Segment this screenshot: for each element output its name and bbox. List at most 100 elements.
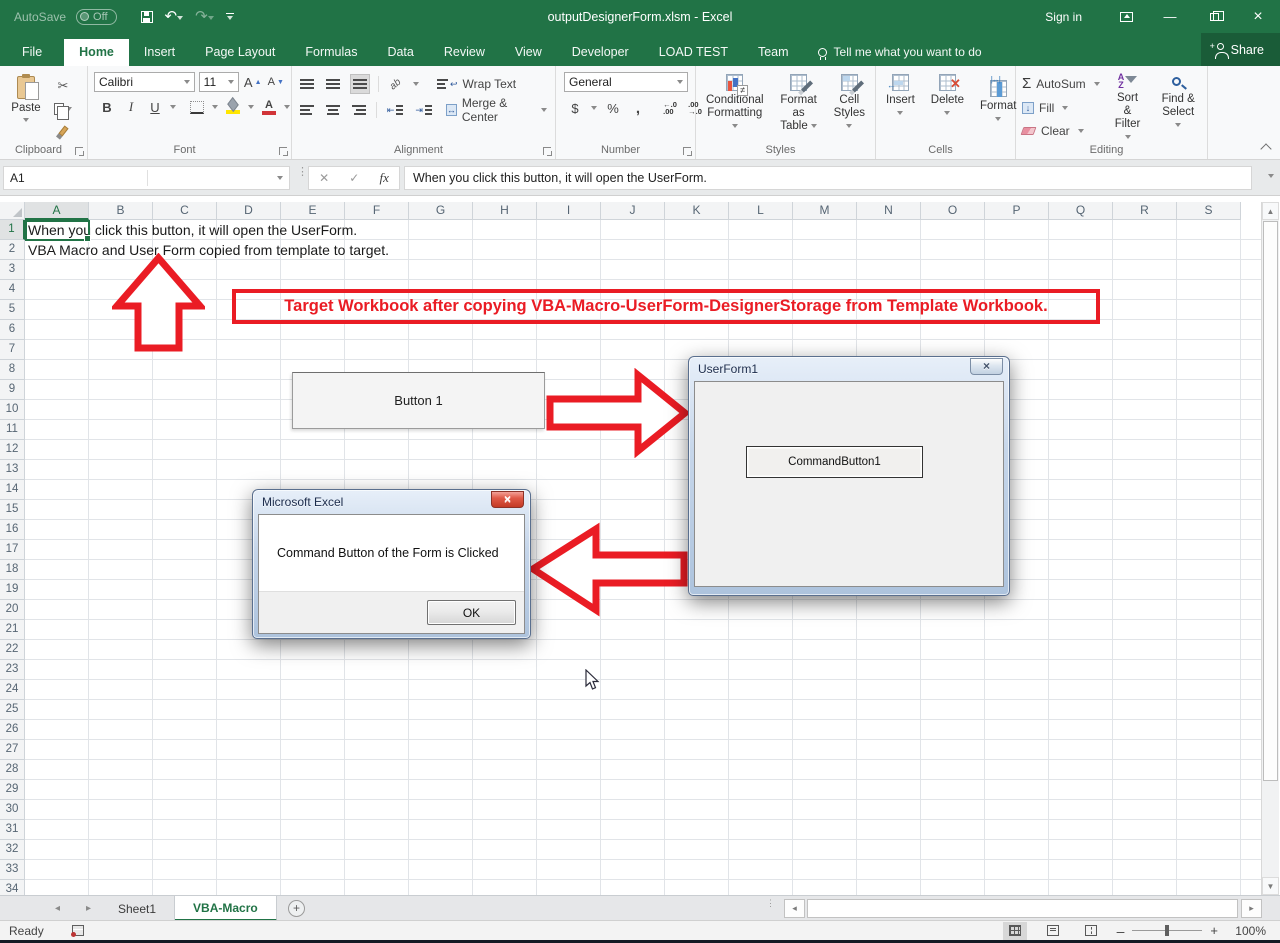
row-header-10[interactable]: 10 [0,400,25,420]
underline-button[interactable]: U [146,97,164,117]
align-left-button[interactable] [298,100,316,120]
column-header-I[interactable]: I [537,202,601,220]
column-header-K[interactable]: K [665,202,729,220]
insert-function-icon[interactable]: fx [380,170,389,186]
msgbox-title-bar[interactable]: Microsoft Excel × [258,490,525,514]
paste-button[interactable]: Paste [4,70,48,141]
row-header-22[interactable]: 22 [0,640,25,660]
cancel-icon[interactable]: ✕ [319,171,329,185]
middle-align-button[interactable] [324,74,342,94]
column-header-E[interactable]: E [281,202,345,220]
row-header-2[interactable]: 2 [0,240,25,260]
font-dialog-launcher[interactable] [279,147,288,156]
row-header-13[interactable]: 13 [0,460,25,480]
vertical-scrollbar-thumb[interactable] [1263,221,1278,781]
hscroll-left-icon[interactable]: ◂ [784,899,805,918]
zoom-level[interactable]: 100% [1232,924,1266,938]
column-header-M[interactable]: M [793,202,857,220]
column-header-F[interactable]: F [345,202,409,220]
customize-qat-button[interactable] [225,12,234,21]
alignment-dialog-launcher[interactable] [543,147,552,156]
row-header-31[interactable]: 31 [0,820,25,840]
tab-home[interactable]: Home [64,39,129,66]
row-header-17[interactable]: 17 [0,540,25,560]
merge-center-button[interactable]: ↔ Merge & Center [444,96,549,124]
restore-button[interactable] [1192,0,1236,33]
zoom-in-button[interactable]: + [1210,923,1218,938]
row-header-26[interactable]: 26 [0,720,25,740]
column-header-B[interactable]: B [89,202,153,220]
clipboard-dialog-launcher[interactable] [75,147,84,156]
borders-button[interactable] [188,97,206,117]
ribbon-display-options-button[interactable] [1104,0,1148,33]
normal-view-button[interactable] [1002,921,1027,940]
bold-button[interactable]: B [98,97,116,117]
font-size-combo[interactable]: 11 [198,72,239,92]
column-header-A[interactable]: A [25,202,89,220]
column-header-N[interactable]: N [857,202,921,220]
orientation-dropdown-icon[interactable] [413,82,419,86]
collapse-ribbon-button[interactable] [1260,143,1272,155]
hscroll-right-icon[interactable]: ▸ [1241,899,1262,918]
sheet-tab-vba-macro[interactable]: VBA-Macro [175,896,277,921]
bottom-align-button[interactable] [350,74,370,94]
formula-bar-resizer[interactable]: ⋮ [297,167,308,178]
row-header-3[interactable]: 3 [0,260,25,280]
sort-filter-button[interactable]: AZ Sort & Filter [1106,70,1150,141]
percent-style-button[interactable]: % [604,98,622,118]
new-sheet-button[interactable]: + [288,900,305,917]
row-header-12[interactable]: 12 [0,440,25,460]
sheet-nav-right-icon[interactable]: ▸ [86,896,91,921]
tab-review[interactable]: Review [429,39,500,66]
undo-dropdown-icon[interactable] [177,15,184,20]
row-header-27[interactable]: 27 [0,740,25,760]
tab-team[interactable]: Team [743,39,804,66]
column-header-D[interactable]: D [217,202,281,220]
top-align-button[interactable] [298,74,316,94]
row-header-24[interactable]: 24 [0,680,25,700]
number-dialog-launcher[interactable] [683,147,692,156]
number-format-combo[interactable]: General [564,72,688,92]
row-header-19[interactable]: 19 [0,580,25,600]
worksheet-button-1[interactable]: Button 1 [292,372,545,429]
insert-cells-button[interactable]: ← Insert [880,70,921,141]
zoom-slider[interactable] [1132,925,1203,936]
column-header-P[interactable]: P [985,202,1049,220]
row-header-25[interactable]: 25 [0,700,25,720]
vertical-scrollbar[interactable]: ▲ ▼ [1261,202,1279,895]
column-header-Q[interactable]: Q [1049,202,1113,220]
clear-button[interactable]: Clear [1020,121,1102,141]
scroll-up-icon[interactable]: ▲ [1262,202,1279,220]
fill-button[interactable]: ↓ Fill [1020,98,1102,118]
find-select-button[interactable]: Find & Select [1153,70,1203,141]
name-box[interactable]: A1 [3,166,290,190]
enter-icon[interactable]: ✓ [349,171,359,185]
msgbox-close-button[interactable]: × [491,490,524,508]
row-header-29[interactable]: 29 [0,780,25,800]
page-layout-view-button[interactable] [1041,922,1065,940]
tab-load-test[interactable]: LOAD TEST [644,39,743,66]
sign-in-link[interactable]: Sign in [1023,10,1104,24]
column-header-C[interactable]: C [153,202,217,220]
row-header-23[interactable]: 23 [0,660,25,680]
redo-dropdown-icon[interactable] [207,15,214,20]
column-header-L[interactable]: L [729,202,793,220]
delete-cells-button[interactable]: ✕ Delete [925,70,970,141]
tab-file[interactable]: File [0,39,65,66]
userform-close-button[interactable]: × [970,357,1003,375]
column-header-S[interactable]: S [1177,202,1241,220]
column-header-J[interactable]: J [601,202,665,220]
fill-color-dropdown-icon[interactable] [248,105,254,109]
tab-formulas[interactable]: Formulas [290,39,372,66]
tab-insert[interactable]: Insert [129,39,190,66]
row-header-6[interactable]: 6 [0,320,25,340]
autosum-button[interactable]: Σ AutoSum [1020,74,1102,94]
comma-style-button[interactable]: , [629,98,647,118]
share-button[interactable]: Share [1200,33,1280,66]
font-color-button[interactable]: A [260,97,278,117]
row-header-21[interactable]: 21 [0,620,25,640]
tab-view[interactable]: View [500,39,557,66]
shrink-font-button[interactable]: A ▼ [267,72,285,92]
increase-decimal-button[interactable]: ←.0.00 [661,98,679,118]
close-button[interactable]: × [1236,0,1280,33]
